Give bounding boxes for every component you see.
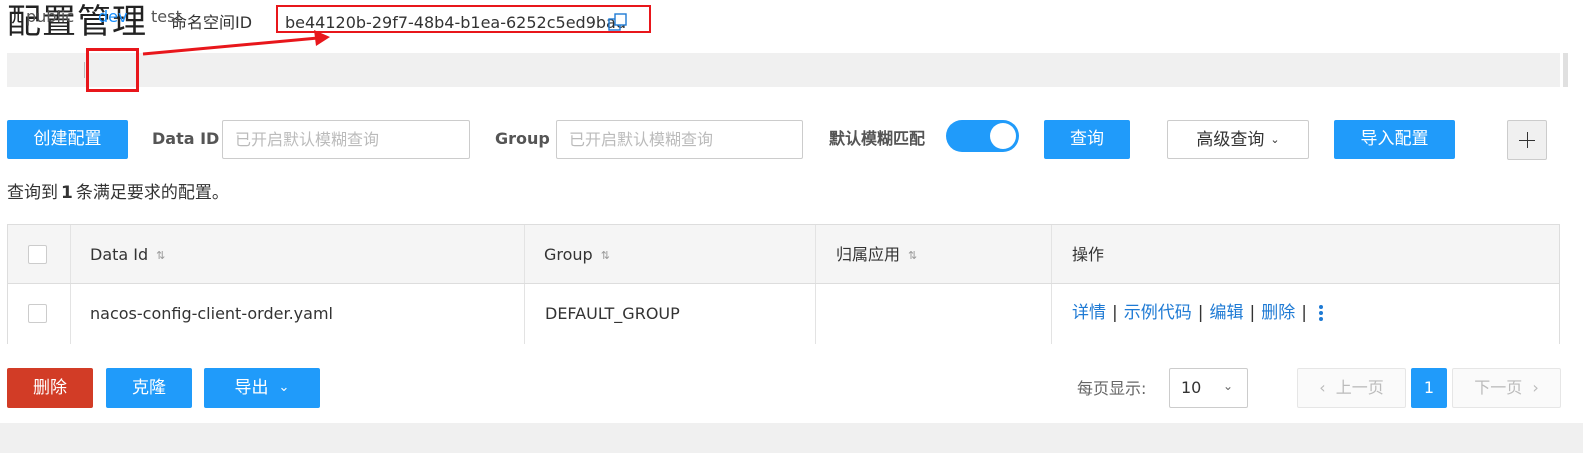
column-actions: 操作	[1072, 245, 1105, 264]
summary-suffix: 条满足要求的配置。	[75, 183, 229, 203]
footer-band	[0, 423, 1583, 453]
export-label: 导出	[234, 378, 269, 398]
data-id-input-wrapper	[222, 120, 470, 159]
group-label: Group	[495, 129, 550, 148]
column-data-id: Data Id	[90, 245, 149, 264]
namespace-tabs	[7, 53, 1560, 87]
prev-page-label: 上一页	[1335, 378, 1384, 397]
table-row: nacos-config-client-order.yaml DEFAULT_G…	[8, 284, 1559, 344]
sort-icon[interactable]: ⇅	[601, 245, 610, 267]
detail-link[interactable]: 详情	[1072, 303, 1106, 323]
page-size-value: 10	[1181, 378, 1202, 397]
chevron-right-icon: ›	[1532, 378, 1539, 397]
row-data-id: nacos-config-client-order.yaml	[90, 304, 333, 323]
delete-link[interactable]: 删除	[1261, 303, 1295, 323]
export-button[interactable]: 导出 ⌄	[204, 368, 320, 408]
group-input-wrapper	[556, 120, 803, 159]
next-page-button[interactable]: 下一页 ›	[1452, 368, 1561, 408]
row-data-id-cell: nacos-config-client-order.yaml	[71, 284, 525, 344]
more-vertical-icon[interactable]	[1318, 305, 1323, 321]
action-separator: |	[1301, 303, 1307, 323]
toggle-knob	[990, 123, 1016, 149]
namespace-id-label: 命名空间ID	[171, 13, 253, 32]
sort-icon[interactable]: ⇅	[156, 245, 165, 267]
scrollbar[interactable]	[1563, 53, 1568, 87]
row-actions: 详情 | 示例代码 | 编辑 | 删除 |	[1072, 302, 1323, 324]
data-id-label: Data ID	[152, 129, 220, 148]
delete-button[interactable]: 删除	[7, 368, 93, 408]
add-icon[interactable]	[1507, 120, 1547, 160]
page-size-label: 每页显示:	[1077, 379, 1147, 398]
header-app[interactable]: 归属应用 ⇅	[816, 225, 1052, 283]
next-page-label: 下一页	[1474, 378, 1523, 397]
row-group: DEFAULT_GROUP	[545, 304, 680, 323]
chevron-down-icon: ⌄	[1222, 379, 1233, 393]
fuzzy-match-toggle[interactable]	[946, 120, 1019, 152]
import-config-button[interactable]: 导入配置	[1334, 120, 1455, 159]
chevron-left-icon: ‹	[1319, 378, 1326, 397]
namespace-tab-public[interactable]: public	[26, 7, 74, 27]
create-config-button[interactable]: 创建配置	[7, 120, 128, 159]
header-actions: 操作	[1052, 225, 1561, 283]
edit-link[interactable]: 编辑	[1209, 303, 1243, 323]
namespace-tab-test[interactable]: test	[151, 7, 182, 27]
namespace-id-highlight-box	[276, 5, 651, 33]
group-input[interactable]	[557, 121, 802, 158]
data-id-input[interactable]	[223, 121, 469, 158]
summary-prefix: 查询到	[7, 183, 58, 203]
row-app-cell	[816, 284, 1052, 344]
chevron-down-icon: ⌄	[1270, 133, 1280, 146]
result-summary: 查询到 1 条满足要求的配置。	[7, 181, 229, 205]
row-group-cell: DEFAULT_GROUP	[525, 284, 816, 344]
current-page[interactable]: 1	[1411, 368, 1447, 408]
action-separator: |	[1197, 303, 1204, 323]
query-button[interactable]: 查询	[1044, 120, 1130, 159]
header-data-id[interactable]: Data Id ⇅	[71, 225, 525, 283]
summary-count: 1	[61, 183, 73, 203]
chevron-down-icon: ⌄	[278, 380, 290, 395]
advanced-query-button[interactable]: 高级查询 ⌄	[1167, 120, 1309, 159]
tab-divider	[84, 62, 85, 78]
row-checkbox[interactable]	[28, 304, 47, 323]
header-select-cell	[8, 225, 71, 283]
copy-icon[interactable]	[608, 13, 628, 31]
row-actions-cell: 详情 | 示例代码 | 编辑 | 删除 |	[1052, 284, 1561, 344]
column-app: 归属应用	[836, 245, 901, 264]
clone-button[interactable]: 克隆	[106, 368, 192, 408]
action-separator: |	[1112, 303, 1118, 323]
advanced-query-label: 高级查询	[1196, 130, 1265, 150]
header-group[interactable]: Group ⇅	[525, 225, 816, 283]
config-table: Data Id ⇅ Group ⇅ 归属应用 ⇅ 操作 nacos-config-cl…	[7, 224, 1560, 344]
namespace-tab-dev[interactable]: dev	[98, 7, 127, 27]
select-all-checkbox[interactable]	[28, 245, 47, 264]
fuzzy-match-label: 默认模糊匹配	[829, 129, 926, 148]
sample-code-link[interactable]: 示例代码	[1124, 303, 1192, 323]
dev-tab-highlight-box	[86, 48, 139, 92]
action-separator: |	[1249, 303, 1256, 323]
table-header: Data Id ⇅ Group ⇅ 归属应用 ⇅ 操作	[8, 225, 1559, 284]
page-size-select[interactable]: 10 ⌄	[1169, 368, 1248, 408]
prev-page-button[interactable]: ‹ 上一页	[1297, 368, 1406, 408]
column-group: Group	[544, 245, 593, 264]
row-select-cell	[8, 284, 71, 344]
sort-icon[interactable]: ⇅	[908, 245, 917, 267]
